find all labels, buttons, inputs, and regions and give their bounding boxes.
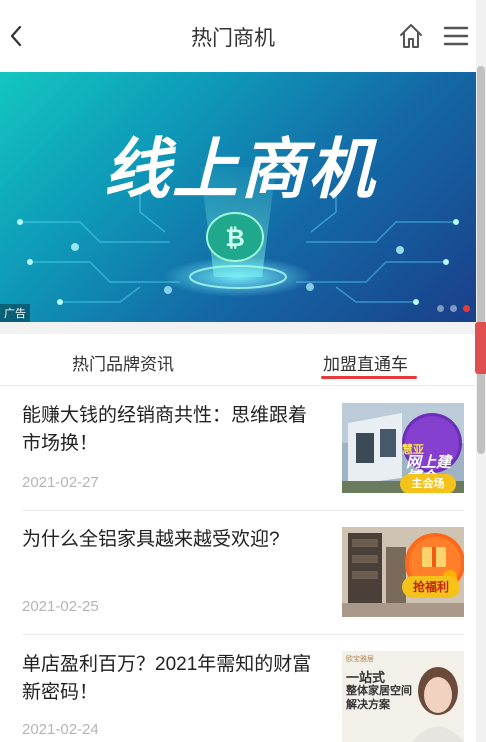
page-title: 热门商机 xyxy=(191,27,275,50)
news-title: 能赚大钱的经销商共性：思维跟着市场换！ xyxy=(22,405,308,454)
divider xyxy=(22,634,464,635)
news-list-item[interactable]: 为什么全铝家具越来越受欢迎? 2021-02-25 抢福利 xyxy=(0,526,476,650)
menu-button[interactable] xyxy=(443,24,469,48)
thumbnail-brand: 欧宝雅居 xyxy=(346,656,374,663)
carousel-dot-active[interactable] xyxy=(463,305,470,312)
home-icon xyxy=(400,24,422,48)
hamburger-menu-icon xyxy=(443,26,469,46)
carousel-dot[interactable] xyxy=(437,305,444,312)
tab-hot-brand-news[interactable]: 热门品牌资讯 xyxy=(72,350,174,375)
promo-banner[interactable]: ₿ 线上商机 广告 xyxy=(0,72,476,322)
news-date: 2021-02-24 xyxy=(22,721,99,738)
news-date: 2021-02-25 xyxy=(22,598,99,615)
side-float-tab[interactable] xyxy=(475,322,486,374)
svg-text:₿: ₿ xyxy=(225,224,245,252)
divider xyxy=(22,510,464,511)
news-list-item[interactable]: 能赚大钱的经销商共性：思维跟着市场换！ 2021-02-27 慧亚 网上建博会 … xyxy=(0,402,476,526)
banner-headline: 线上商机 xyxy=(104,131,378,208)
news-date: 2021-02-27 xyxy=(22,474,99,491)
news-title: 为什么全铝家具越来越受欢迎? xyxy=(22,529,280,550)
active-tab-indicator xyxy=(321,376,417,379)
home-button[interactable] xyxy=(398,22,424,50)
thumbnail-line-3: 解决方案 xyxy=(346,699,390,711)
news-title: 单店盈利百万？2021年需知的财富新密码！ xyxy=(22,654,312,703)
carousel-indicators xyxy=(437,305,470,312)
scrollbar-thumb[interactable] xyxy=(477,66,485,454)
news-thumbnail: 慧亚 网上建博会 主会场 xyxy=(342,403,464,493)
category-tabs: 热门品牌资讯 加盟直通车 xyxy=(0,334,476,386)
news-thumbnail: 欧宝雅居 一站式 整体家居空间 解决方案 xyxy=(342,651,464,742)
banner-artwork: ₿ 线上商机 xyxy=(17,131,459,305)
top-navigation-bar: 热门商机 xyxy=(0,0,476,72)
news-thumbnail: 抢福利 xyxy=(342,527,464,617)
tab-franchise-express[interactable]: 加盟直通车 xyxy=(323,350,408,375)
news-list-item[interactable]: 单店盈利百万？2021年需知的财富新密码！ 2021-02-24 欧宝雅居 一站… xyxy=(0,651,476,742)
badge-bottom-text: 抢福利 xyxy=(402,576,460,598)
carousel-dot[interactable] xyxy=(450,305,457,312)
ad-label: 广告 xyxy=(0,304,30,322)
section-separator xyxy=(0,322,476,334)
badge-bottom-text: 主会场 xyxy=(400,474,456,493)
